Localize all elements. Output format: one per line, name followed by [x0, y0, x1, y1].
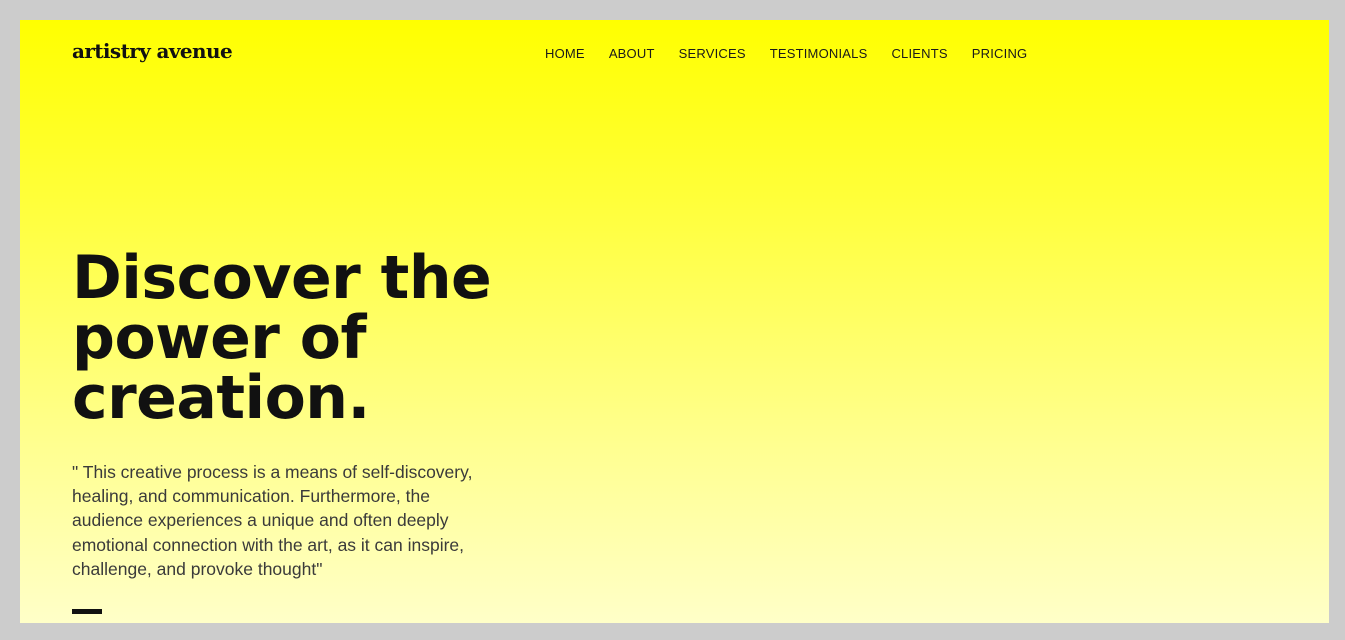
hero-section: artistry avenue HOME ABOUT SERVICES TEST… [20, 20, 1329, 623]
hero-quote-line: audience experiences a unique and often … [72, 510, 449, 531]
hero-headline-line: creation. [72, 363, 370, 433]
hero-quote-line: emotional connection with the art, as it… [72, 534, 465, 555]
hero-headline-line: power of [72, 303, 367, 373]
hero-quote: " This creative process is a means of se… [72, 460, 502, 581]
accent-divider [72, 609, 102, 614]
hero-headline-line: Discover the [72, 243, 492, 313]
hero-headline: Discover the power of creation. [72, 243, 492, 433]
nav-item-testimonials[interactable]: TESTIMONIALS [770, 46, 868, 61]
main-nav: HOME ABOUT SERVICES TESTIMONIALS CLIENTS… [545, 46, 1051, 61]
hero-quote-line: healing, and communication. Furthermore,… [72, 486, 430, 507]
hero-quote-line: challenge, and provoke thought" [72, 558, 323, 579]
nav-item-home[interactable]: HOME [545, 46, 585, 61]
nav-item-about[interactable]: ABOUT [609, 46, 655, 61]
nav-item-pricing[interactable]: PRICING [972, 46, 1028, 61]
nav-item-clients[interactable]: CLIENTS [891, 46, 947, 61]
site-logo[interactable]: artistry avenue [72, 39, 233, 63]
nav-item-services[interactable]: SERVICES [679, 46, 746, 61]
hero-quote-line: " This creative process is a means of se… [72, 462, 473, 482]
